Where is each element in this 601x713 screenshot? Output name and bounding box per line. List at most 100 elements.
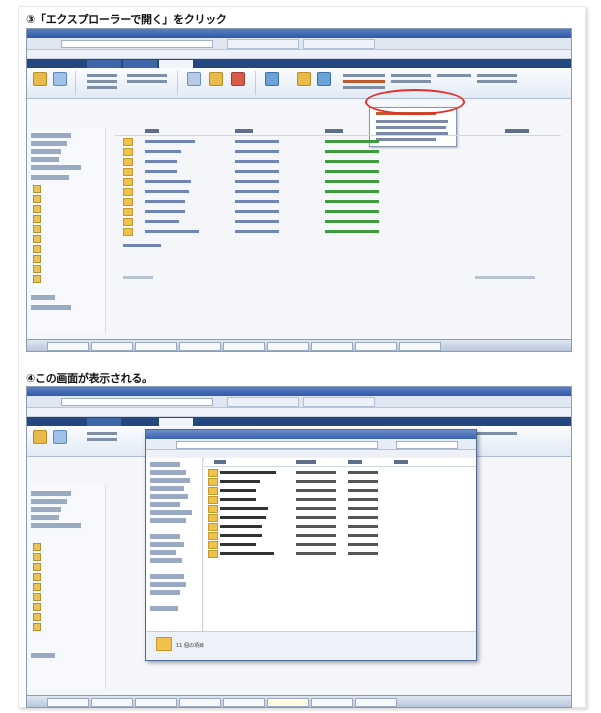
file-row	[204, 549, 476, 558]
nav-item	[150, 518, 186, 523]
folder-icon	[156, 637, 172, 651]
window-titlebar	[27, 29, 571, 38]
explorer-search-field	[396, 441, 458, 449]
list-row	[115, 217, 561, 226]
folder-icon	[33, 593, 41, 601]
taskbar-button	[91, 342, 133, 351]
file-row	[204, 468, 476, 477]
file-row	[204, 540, 476, 549]
nav-item	[150, 462, 180, 467]
nav-item	[31, 515, 59, 520]
taskbar-button	[267, 342, 309, 351]
sharepoint-tab-bar	[27, 417, 571, 426]
list-row	[115, 197, 561, 206]
open-with-explorer-label	[343, 80, 385, 83]
ribbon-label	[87, 80, 117, 83]
ribbon-divider	[177, 71, 178, 95]
list-row	[115, 177, 561, 186]
ribbon-divider	[75, 71, 76, 95]
ribbon-tab	[87, 60, 121, 68]
file-row	[204, 486, 476, 495]
ribbon-tab	[87, 418, 121, 426]
nav-item	[31, 507, 61, 512]
favorites-bar	[27, 408, 571, 417]
folder-icon	[33, 603, 41, 611]
step4-title: ④この画面が表示される。	[26, 372, 153, 385]
taskbar-button	[355, 342, 397, 351]
step3-title: ③「エクスプローラーで開く」をクリック	[26, 13, 227, 26]
explorer-file-list	[204, 458, 476, 632]
list-row	[115, 227, 561, 236]
list-row	[115, 167, 561, 176]
ribbon-label	[127, 80, 167, 83]
file-row	[204, 495, 476, 504]
ribbon-label	[87, 438, 117, 441]
nav-item	[150, 590, 180, 595]
window-titlebar	[27, 387, 571, 396]
ribbon-label	[477, 80, 517, 83]
favorites-bar	[27, 50, 571, 59]
nav-item	[31, 175, 69, 180]
nav-item	[150, 606, 178, 611]
taskbar-button	[47, 342, 89, 351]
ribbon-button-icon	[297, 72, 311, 86]
folder-icon	[33, 205, 41, 213]
document-list	[115, 127, 561, 333]
list-row	[115, 147, 561, 156]
ribbon-label	[343, 86, 385, 89]
nav-item	[150, 502, 180, 507]
nav-item	[150, 494, 188, 499]
folder-icon	[33, 195, 41, 203]
ribbon-button-icon	[53, 430, 67, 444]
list-row	[115, 157, 561, 166]
folder-icon	[33, 583, 41, 591]
taskbar-button	[135, 342, 177, 351]
nav-item	[150, 510, 192, 515]
folder-icon	[33, 245, 41, 253]
ribbon-label	[477, 432, 517, 435]
browser-tab	[227, 397, 299, 407]
ribbon-label	[391, 80, 431, 83]
taskbar-button	[223, 698, 265, 707]
browser-tab	[227, 39, 299, 49]
footer-row	[115, 273, 561, 282]
sharepoint-tab-bar	[27, 59, 571, 68]
menu-item	[376, 120, 448, 123]
folder-icon	[33, 563, 41, 571]
item-count-label: 11 個の項目	[176, 643, 204, 649]
nav-item	[150, 542, 184, 547]
browser-address-bar	[27, 38, 571, 50]
screenshot-step3	[26, 28, 572, 352]
screenshot-step4: 11 個の項目	[26, 386, 572, 708]
explorer-address-bar	[146, 439, 476, 450]
taskbar-button	[355, 698, 397, 707]
file-row	[204, 531, 476, 540]
folder-icon	[33, 185, 41, 193]
ribbon-tab-library	[159, 418, 193, 426]
taskbar-button	[91, 698, 133, 707]
ribbon	[27, 68, 571, 99]
ribbon-label	[87, 86, 117, 89]
nav-item	[31, 491, 71, 496]
taskbar-button	[311, 698, 353, 707]
add-document-link	[115, 241, 561, 250]
folder-icon	[33, 543, 41, 551]
file-row	[204, 522, 476, 531]
ribbon-label	[87, 74, 117, 77]
explorer-path-field	[176, 441, 378, 449]
taskbar-button	[399, 342, 441, 351]
nav-item	[31, 653, 55, 658]
browser-tab	[303, 39, 375, 49]
nav-item	[31, 141, 67, 146]
list-row	[115, 187, 561, 196]
ribbon-label	[87, 432, 117, 435]
folder-icon	[33, 255, 41, 263]
nav-item	[31, 499, 67, 504]
ribbon-label	[437, 74, 471, 77]
url-field	[61, 398, 213, 406]
folder-icon	[33, 613, 41, 621]
ribbon-tab-library	[159, 60, 193, 68]
file-row	[204, 504, 476, 513]
nav-item	[150, 558, 182, 563]
ribbon-divider	[255, 71, 256, 95]
